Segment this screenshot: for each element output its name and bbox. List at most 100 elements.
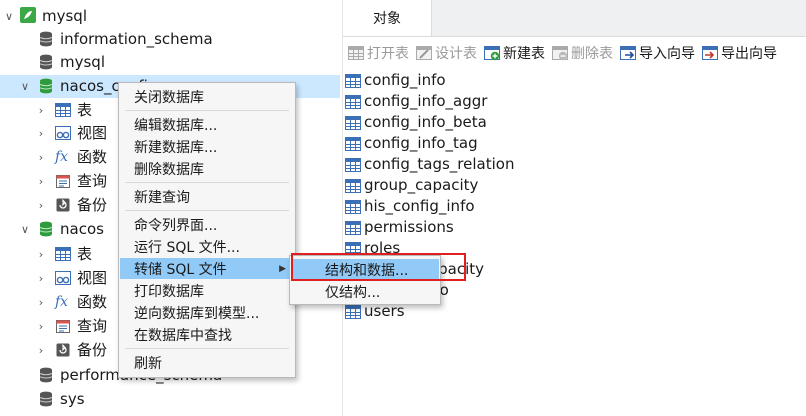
design-table-button[interactable]: 设计表 <box>416 43 477 63</box>
new-table-icon <box>484 46 500 61</box>
list-item[interactable]: config_info <box>345 70 446 91</box>
menu-item-structure-and-data[interactable]: 结构和数据... <box>291 259 439 280</box>
open-table-button[interactable]: 打开表 <box>348 43 409 63</box>
connection-icon <box>20 7 36 23</box>
chevron-down-icon[interactable]: ∨ <box>18 222 32 236</box>
chevron-right-icon[interactable]: › <box>34 150 48 164</box>
object-name: config_info_aggr <box>364 92 488 110</box>
list-item[interactable]: config_info_aggr <box>345 91 487 112</box>
table-icon <box>345 199 361 214</box>
menu-item-find-in-db[interactable]: 在数据库中查找 <box>120 324 294 345</box>
design-table-icon <box>416 46 432 60</box>
object-panel: 对象 打开表 设计表 新建表 删除表 导入向导 导出向导 config_info <box>342 0 806 416</box>
import-wizard-button[interactable]: 导入向导 <box>620 43 695 63</box>
database-icon <box>38 221 54 237</box>
export-wizard-button[interactable]: 导出向导 <box>702 43 777 63</box>
chevron-down-icon[interactable]: ∨ <box>18 79 32 93</box>
database-label: mysql <box>60 53 105 71</box>
view-icon <box>55 125 71 141</box>
menu-item-edit-db[interactable]: 编辑数据库... <box>120 114 294 135</box>
menu-item-refresh[interactable]: 刷新 <box>120 352 294 373</box>
tree-db-sys[interactable]: sys <box>0 388 340 411</box>
list-item[interactable]: his_config_info <box>345 196 475 217</box>
database-label: sys <box>60 390 85 408</box>
menu-separator <box>125 348 289 349</box>
list-item[interactable]: permissions <box>345 217 454 238</box>
table-icon <box>345 94 361 109</box>
submenu-arrow-icon: ▶ <box>279 263 286 274</box>
chevron-right-icon[interactable]: › <box>34 247 48 261</box>
function-icon: fx <box>55 294 69 310</box>
menu-item-run-sql[interactable]: 运行 SQL 文件... <box>120 236 294 257</box>
table-icon <box>345 73 361 88</box>
database-label: information_schema <box>60 30 213 48</box>
object-name: group_capacity <box>364 176 479 194</box>
backup-icon <box>55 197 71 213</box>
chevron-down-icon[interactable]: ∨ <box>2 9 16 23</box>
chevron-right-icon[interactable]: › <box>34 198 48 212</box>
list-item[interactable]: config_tags_relation <box>345 154 514 175</box>
menu-separator <box>125 182 289 183</box>
menu-item-new-query[interactable]: 新建查询 <box>120 186 294 207</box>
node-label: 表 <box>77 245 93 263</box>
object-name: config_tags_relation <box>364 155 515 173</box>
table-icon <box>345 220 361 235</box>
query-icon <box>55 173 71 189</box>
chevron-right-icon[interactable]: › <box>34 126 48 140</box>
database-icon <box>38 54 54 70</box>
new-table-button[interactable]: 新建表 <box>484 43 545 63</box>
delete-table-icon <box>552 46 568 61</box>
chevron-right-icon[interactable]: › <box>34 174 48 188</box>
table-icon <box>345 136 361 151</box>
object-name: config_info_beta <box>364 113 487 131</box>
backup-icon <box>55 342 71 358</box>
menu-item-print-db[interactable]: 打印数据库 <box>120 280 294 301</box>
chevron-right-icon[interactable]: › <box>34 103 48 117</box>
node-label: 表 <box>77 101 93 119</box>
object-name: his_config_info <box>364 197 475 215</box>
import-icon <box>620 46 636 60</box>
node-label: 备份 <box>77 196 108 214</box>
menu-item-dump-sql[interactable]: 转储 SQL 文件 ▶ <box>120 258 294 279</box>
menu-item-new-db[interactable]: 新建数据库... <box>120 136 294 157</box>
object-toolbar: 打开表 设计表 新建表 删除表 导入向导 导出向导 <box>343 37 806 69</box>
node-label: 查询 <box>77 317 108 335</box>
delete-table-button[interactable]: 删除表 <box>552 43 613 63</box>
function-icon: fx <box>55 149 69 165</box>
object-name: config_info <box>364 71 446 89</box>
tree-connection-mysql[interactable]: ∨ mysql <box>0 5 340 28</box>
database-icon <box>38 31 54 47</box>
chevron-right-icon[interactable]: › <box>34 295 48 309</box>
list-item[interactable]: config_info_beta <box>345 112 487 133</box>
tree-db-information-schema[interactable]: information_schema <box>0 28 340 51</box>
chevron-right-icon[interactable]: › <box>34 271 48 285</box>
chevron-right-icon[interactable]: › <box>34 343 48 357</box>
context-menu: 关闭数据库 编辑数据库... 新建数据库... 删除数据库 新建查询 命令列界面… <box>118 82 296 378</box>
node-label: 函数 <box>77 148 108 166</box>
chevron-right-icon[interactable]: › <box>34 319 48 333</box>
menu-item-console[interactable]: 命令列界面... <box>120 214 294 235</box>
menu-item-close-db[interactable]: 关闭数据库 <box>120 86 294 107</box>
database-icon <box>38 367 54 383</box>
database-label: nacos <box>60 220 104 238</box>
menu-item-reverse-model[interactable]: 逆向数据库到模型... <box>120 302 294 323</box>
database-icon <box>38 391 54 407</box>
table-icon <box>55 102 71 118</box>
node-label: 查询 <box>77 172 108 190</box>
list-item[interactable]: config_info_tag <box>345 133 478 154</box>
table-icon <box>345 304 361 319</box>
database-icon <box>38 78 54 94</box>
menu-separator <box>125 210 289 211</box>
tree-db-mysql[interactable]: mysql <box>0 51 340 74</box>
object-name: config_info_tag <box>364 134 478 152</box>
object-name: permissions <box>364 218 454 236</box>
menu-item-delete-db[interactable]: 删除数据库 <box>120 158 294 179</box>
menu-item-structure-only[interactable]: 仅结构... <box>291 281 439 302</box>
node-label: 备份 <box>77 341 108 359</box>
tab-objects[interactable]: 对象 <box>343 0 432 36</box>
table-icon <box>345 178 361 193</box>
node-label: 视图 <box>77 269 108 287</box>
node-label: 函数 <box>77 293 108 311</box>
list-item[interactable]: group_capacity <box>345 175 478 196</box>
node-label: 视图 <box>77 124 108 142</box>
